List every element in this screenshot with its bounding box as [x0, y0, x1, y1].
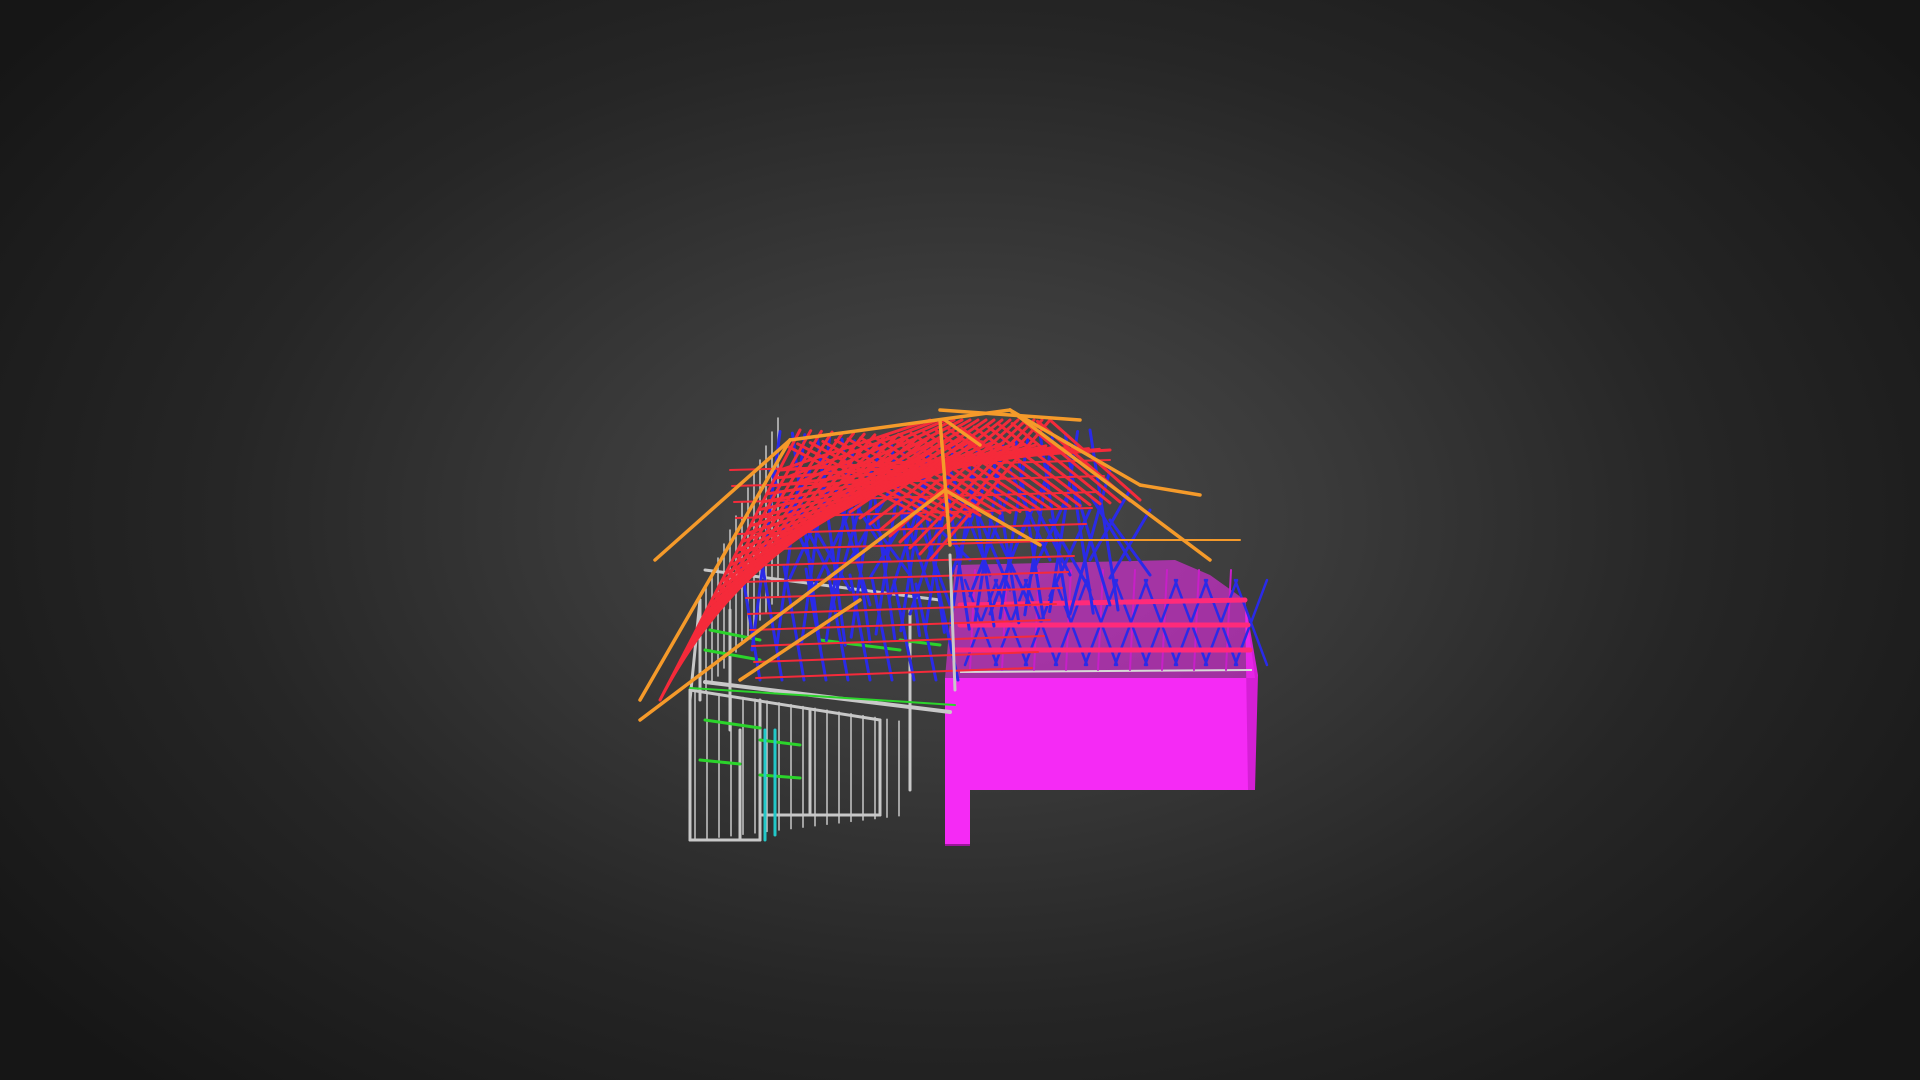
- wall-noggin: [698, 758, 742, 766]
- scene-canvas[interactable]: [0, 0, 1920, 1080]
- garage-front-face: [945, 678, 1255, 845]
- hip-rafter: [1138, 483, 1202, 497]
- 3d-viewport[interactable]: [0, 0, 1920, 1080]
- wall-noggin: [703, 718, 762, 730]
- building-model[interactable]: [0, 0, 1920, 1080]
